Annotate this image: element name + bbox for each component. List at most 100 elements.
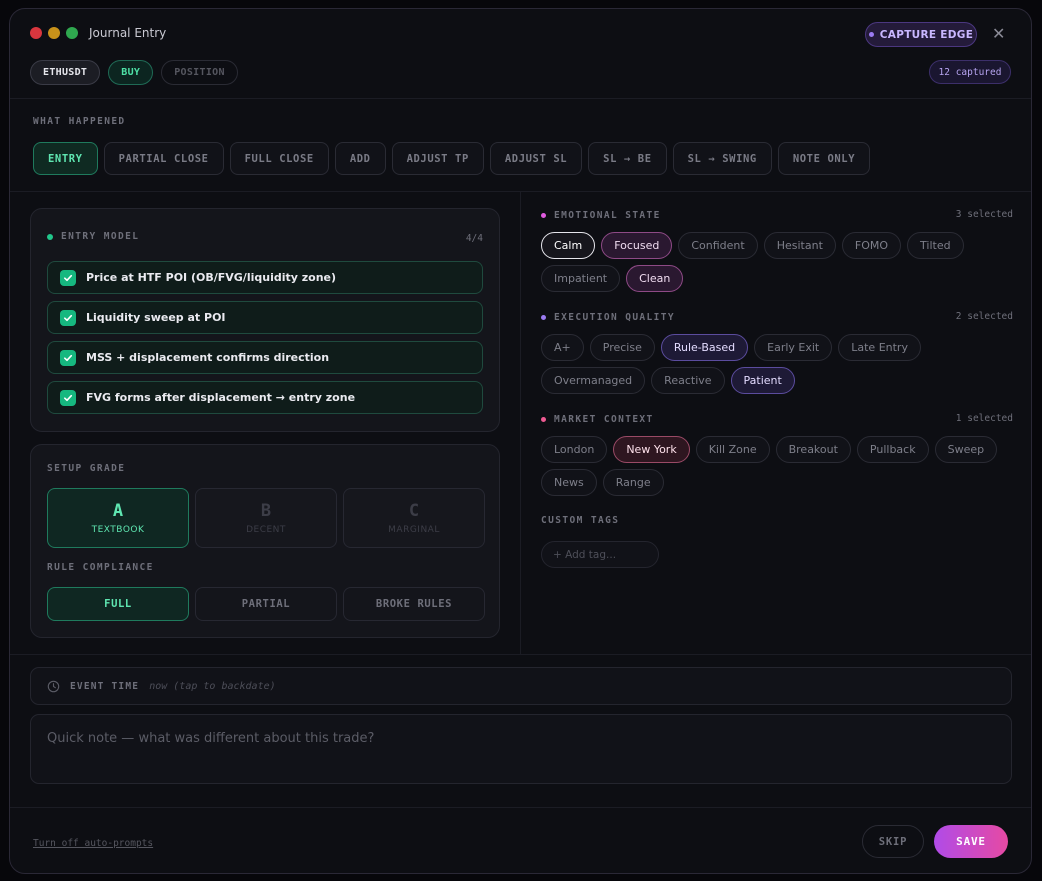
setup-grade-label: SETUP GRADE: [47, 463, 126, 474]
action-row: ENTRY PARTIAL CLOSE FULL CLOSE ADD ADJUST TP…: [33, 142, 871, 175]
close-icon[interactable]: ✕: [992, 24, 1005, 43]
capture-edge-label: CAPTURE EDGE: [879, 28, 974, 41]
tag-calm[interactable]: Calm: [541, 232, 596, 259]
rule-compliance-options: FULL PARTIAL BROKE RULES: [47, 587, 485, 621]
entry-model-check-item[interactable]: Price at HTF POI (OB/FVG/liquidity zone): [47, 261, 483, 294]
close-window-dot[interactable]: [30, 27, 42, 39]
add-tag-input[interactable]: + Add tag...: [541, 541, 659, 568]
execution-quality-section: EXECUTION QUALITY 2 selected A+ Precise Ru…: [541, 311, 1013, 394]
tag-impatient[interactable]: Impatient: [541, 265, 621, 292]
action-sl-swing-button[interactable]: SL → SWING: [672, 142, 772, 175]
market-context-tags: London New York Kill Zone Breakout Pullback S…: [541, 436, 1013, 496]
entry-model-label: ENTRY MODEL: [61, 231, 140, 242]
event-time-hint: now (tap to backdate): [149, 680, 276, 692]
grade-a-button[interactable]: A TEXTBOOK: [47, 488, 189, 548]
execution-quality-tags: A+ Precise Rule-Based Early Exit Late Entry O…: [541, 334, 1013, 394]
entry-model-check-item[interactable]: Liquidity sweep at POI: [47, 301, 483, 334]
tag-rule-based[interactable]: Rule-Based: [660, 334, 749, 361]
tag-clean[interactable]: Clean: [626, 265, 684, 292]
clock-icon: [47, 680, 60, 693]
minimize-window-dot[interactable]: [48, 27, 60, 39]
side-pill[interactable]: BUY: [108, 60, 154, 85]
tag-fomo[interactable]: FOMO: [841, 232, 902, 259]
tag-tilted[interactable]: Tilted: [907, 232, 964, 259]
compliance-full-button[interactable]: FULL: [47, 587, 189, 621]
trade-context-pills: ETHUSDT BUY POSITION: [30, 60, 238, 85]
divider: [10, 654, 1031, 655]
emotional-state-tags: Calm Focused Confident Hesitant FOMO Tilted Im…: [541, 232, 1013, 292]
setup-grade-card: SETUP GRADE A TEXTBOOK B DECENT C MARGINAL RU…: [30, 444, 500, 638]
execution-quality-label: EXECUTION QUALITY: [554, 311, 676, 323]
compliance-partial-button[interactable]: PARTIAL: [195, 587, 337, 621]
action-full-close-button[interactable]: FULL CLOSE: [229, 142, 329, 175]
check-item-label: FVG forms after displacement → entry zon…: [86, 391, 356, 404]
what-happened-label: WHAT HAPPENED: [33, 116, 126, 127]
check-item-label: Liquidity sweep at POI: [86, 311, 226, 324]
action-entry-button[interactable]: ENTRY: [33, 142, 98, 175]
event-time-field[interactable]: EVENT TIME now (tap to backdate): [30, 667, 1012, 705]
grade-b-button[interactable]: B DECENT: [195, 488, 337, 548]
grade-letter: B: [260, 501, 272, 521]
tag-new-york[interactable]: New York: [613, 436, 690, 463]
check-item-label: MSS + displacement confirms direction: [86, 351, 330, 364]
divider: [10, 807, 1031, 808]
position-pill[interactable]: POSITION: [161, 60, 238, 85]
custom-tags-label: CUSTOM TAGS: [541, 515, 620, 526]
grade-c-button[interactable]: C MARGINAL: [343, 488, 485, 548]
action-add-button[interactable]: ADD: [334, 142, 386, 175]
edge-dot-icon: [868, 32, 874, 37]
entry-model-check-item[interactable]: FVG forms after displacement → entry zon…: [47, 381, 483, 414]
market-context-section: MARKET CONTEXT 1 selected London New York…: [541, 413, 1013, 496]
tag-breakout[interactable]: Breakout: [775, 436, 851, 463]
quick-note-textarea[interactable]: Quick note — what was different about th…: [30, 714, 1012, 784]
checkbox-checked-icon[interactable]: [60, 309, 76, 326]
tag-late-entry[interactable]: Late Entry: [838, 334, 921, 361]
entry-model-count: 4/4: [465, 233, 483, 244]
emotional-state-label: EMOTIONAL STATE: [554, 209, 661, 221]
action-sl-be-button[interactable]: SL → BE: [588, 142, 667, 175]
execution-quality-count: 2 selected: [955, 311, 1013, 322]
tag-overmanaged[interactable]: Overmanaged: [541, 367, 646, 394]
emotional-state-dot-icon: [541, 212, 546, 218]
journal-entry-window: Journal Entry CAPTURE EDGE ✕ ETHUSDT BUY…: [9, 8, 1032, 874]
checkbox-checked-icon[interactable]: [60, 269, 76, 286]
tag-confident[interactable]: Confident: [678, 232, 758, 259]
tag-range[interactable]: Range: [602, 469, 664, 496]
maximize-window-dot[interactable]: [66, 27, 78, 39]
compliance-broke-rules-button[interactable]: BROKE RULES: [343, 587, 485, 621]
entry-model-check-item[interactable]: MSS + displacement confirms direction: [47, 341, 483, 374]
tag-focused[interactable]: Focused: [601, 232, 673, 259]
tag-patient[interactable]: Patient: [730, 367, 795, 394]
event-time-label: EVENT TIME: [70, 680, 140, 692]
market-context-label: MARKET CONTEXT: [554, 413, 654, 425]
column-divider: [520, 192, 521, 655]
tag-a[interactable]: A+: [541, 334, 584, 361]
tag-hesitant[interactable]: Hesitant: [763, 232, 836, 259]
tag-precise[interactable]: Precise: [589, 334, 655, 361]
tag-sweep[interactable]: Sweep: [934, 436, 998, 463]
action-note-only-button[interactable]: NOTE ONLY: [777, 142, 871, 175]
tag-news[interactable]: News: [541, 469, 597, 496]
tag-pullback[interactable]: Pullback: [856, 436, 929, 463]
save-button[interactable]: SAVE: [934, 825, 1008, 858]
skip-button[interactable]: SKIP: [862, 825, 924, 858]
tag-early-exit[interactable]: Early Exit: [754, 334, 833, 361]
entry-model-checklist: Price at HTF POI (OB/FVG/liquidity zone)…: [47, 261, 483, 414]
action-partial-close-button[interactable]: PARTIAL CLOSE: [103, 142, 224, 175]
check-item-label: Price at HTF POI (OB/FVG/liquidity zone): [86, 271, 337, 284]
turn-off-auto-prompts-link[interactable]: Turn off auto-prompts: [33, 838, 153, 849]
action-adjust-tp-button[interactable]: ADJUST TP: [391, 142, 484, 175]
window-controls: [30, 27, 78, 39]
emotional-state-count: 3 selected: [955, 209, 1013, 220]
tag-reactive[interactable]: Reactive: [651, 367, 725, 394]
capture-edge-button[interactable]: CAPTURE EDGE: [865, 22, 977, 47]
checkbox-checked-icon[interactable]: [60, 389, 76, 406]
symbol-pill[interactable]: ETHUSDT: [30, 60, 101, 85]
tag-london[interactable]: London: [541, 436, 608, 463]
grade-letter: A: [112, 501, 124, 521]
grade-letter: C: [408, 501, 420, 521]
rule-compliance-label: RULE COMPLIANCE: [47, 562, 154, 573]
action-adjust-sl-button[interactable]: ADJUST SL: [489, 142, 583, 175]
tag-kill-zone[interactable]: Kill Zone: [695, 436, 770, 463]
checkbox-checked-icon[interactable]: [60, 349, 76, 366]
